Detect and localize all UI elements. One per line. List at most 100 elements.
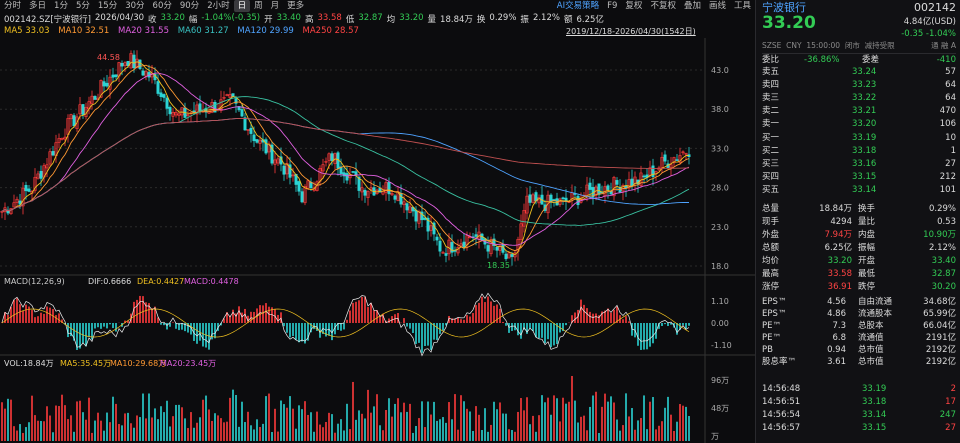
macd-dif: DIF:0.6666 xyxy=(88,277,131,286)
ask-level-3: 卖二 33.21 470 xyxy=(762,106,956,116)
kline-candle xyxy=(162,94,166,98)
ma5-line xyxy=(1,61,690,256)
kline-candle xyxy=(642,175,646,178)
macd-title: MACD(12,26,9) xyxy=(4,277,65,286)
low-annotation: 18.35 xyxy=(487,261,510,270)
fund-row-5: 股息率™ 3.61 总市值 2192亿 xyxy=(762,357,956,367)
kline-candle xyxy=(51,151,55,156)
bid-level-1: 买二 33.18 1 xyxy=(762,146,956,156)
tick-row-3: 14:56:57 33.15 27 xyxy=(762,423,956,433)
kline-candle xyxy=(132,54,136,69)
stat-row-6: 涨停 36.91 跌停 30.20 xyxy=(762,282,956,292)
kline-candle xyxy=(282,165,286,175)
tick-row-1: 14:56:51 33.18 17 xyxy=(762,397,956,407)
bid-level-2: 买三 33.16 27 xyxy=(762,159,956,169)
kline-candle xyxy=(501,244,505,253)
ma60-line xyxy=(1,96,690,226)
kline-candle xyxy=(141,70,145,76)
price-change: -0.35 -1.04% xyxy=(901,29,956,39)
stat-row-1: 现手 4294 量比 0.53 xyxy=(762,217,956,227)
kline-candle xyxy=(138,59,142,69)
kline-candle xyxy=(81,104,85,115)
kline-candle xyxy=(597,183,601,195)
kline-candle xyxy=(510,254,514,257)
chart-canvas: 43.0 38.0 33.0 28.0 23.0 18.0 44.58 18.35 MACD(1… xyxy=(0,38,755,443)
kline-candle xyxy=(120,62,124,67)
kline-candle xyxy=(363,189,367,196)
ma10-line xyxy=(1,64,690,252)
kline-candle xyxy=(393,195,397,200)
kline-candle xyxy=(438,240,442,252)
fund-row-3: PE™ 6.8 流通值 2191亿 xyxy=(762,333,956,343)
panel-code: 002142 xyxy=(914,1,956,14)
ask-level-4: 卖一 33.20 106 xyxy=(762,119,956,129)
fund-row-4: PB 0.94 总市值 2192亿 xyxy=(762,345,956,355)
kline-candle xyxy=(444,253,448,256)
price-tick-5: 18.0 xyxy=(711,262,729,271)
stat-row-5: 最高 33.58 最低 32.87 xyxy=(762,269,956,279)
macd-dea: DEA:0.4427 xyxy=(137,277,184,286)
kline-candle xyxy=(114,74,118,78)
kline-candle xyxy=(111,74,115,78)
kline-candle xyxy=(198,103,202,111)
kline-candle xyxy=(405,203,409,211)
fund-row-0: EPS™ 4.56 自由流通 34.68亿 xyxy=(762,297,956,307)
kline-chart-area[interactable]: 分时 多日 1分 5分 15分 30分 60分 90分 2小时日周月更多 AI交易策略 F9 复权 不复… xyxy=(0,0,755,443)
fund-row-2: PE™ 7.3 总股本 66.04亿 xyxy=(762,321,956,331)
fund-row-1: EPS™ 4.86 流通股本 65.99亿 xyxy=(762,309,956,319)
macd-tick-1: 0.00 xyxy=(711,319,729,328)
kline-candle xyxy=(72,115,76,127)
price-tick-2: 33.0 xyxy=(711,144,729,153)
kline-candle xyxy=(297,181,301,192)
kline-candle xyxy=(435,236,439,241)
kline-candle xyxy=(345,173,349,181)
kline-candle xyxy=(93,95,97,100)
kline-candle xyxy=(102,81,106,87)
high-annotation: 44.58 xyxy=(97,53,120,62)
macd-tick-0: 1.10 xyxy=(711,297,729,306)
kline-candle xyxy=(240,109,244,117)
kline-candle xyxy=(168,106,172,115)
price-tick-0: 43.0 xyxy=(711,66,729,75)
vol-tick-2: 万 xyxy=(711,432,719,441)
market-cap-usd: 4.84亿(USD) xyxy=(903,17,956,27)
kline-candle xyxy=(504,253,508,260)
meta-row: SZSE CNY 15:00:00 闭市 减持受限通 融 A xyxy=(762,41,956,50)
kline-candle xyxy=(105,82,109,87)
tick-row-0: 14:56:48 33.19 2 xyxy=(762,384,956,394)
price-tick-1: 38.0 xyxy=(711,105,729,114)
kline-candle xyxy=(330,153,334,162)
bid-level-3: 买四 33.15 212 xyxy=(762,172,956,182)
panel-flag-icons: 通 融 A xyxy=(931,41,956,50)
kline-candle xyxy=(165,97,169,109)
vol-title: VOL:18.84万 xyxy=(4,359,54,368)
vol-tick-0: 96万 xyxy=(711,376,729,385)
kline-candle xyxy=(24,185,28,192)
kline-candle xyxy=(351,171,355,173)
kline-candle xyxy=(486,245,490,252)
kline-candle xyxy=(300,191,304,203)
price-tick-3: 28.0 xyxy=(711,184,729,193)
kline-candle xyxy=(243,117,247,131)
stat-row-2: 外盘 7.94万 内盘 10.90万 xyxy=(762,230,956,240)
ask-level-0: 卖五 33.24 57 xyxy=(762,67,956,77)
stat-row-0: 总量 18.84万 换手 0.29% xyxy=(762,204,956,214)
kline-candle xyxy=(663,154,667,162)
kline-candle xyxy=(588,182,592,190)
vol-tick-1: 48万 xyxy=(711,404,729,413)
kline-candle xyxy=(615,180,619,185)
kline-candle xyxy=(255,139,259,143)
stat-row-3: 总额 6.25亿 振幅 2.12% xyxy=(762,243,956,253)
kline-candle xyxy=(561,197,565,200)
kline-candle xyxy=(159,92,163,98)
quote-panel: 宁波银行 002142 33.20 4.84亿(USD) -0.35 -1.04% SZS… xyxy=(755,0,960,443)
ask-level-1: 卖四 33.23 64 xyxy=(762,80,956,90)
kline-candle xyxy=(39,170,43,179)
kline-candle xyxy=(495,246,499,251)
macd-tick-2: -1.10 xyxy=(711,341,732,350)
vol-ma20: MA20:23.45万 xyxy=(160,359,216,368)
macd-macd: MACD:0.4478 xyxy=(184,277,239,286)
kline-candle xyxy=(675,159,679,161)
kline-candle xyxy=(252,134,256,142)
bid-level-0: 买一 33.19 10 xyxy=(762,133,956,143)
